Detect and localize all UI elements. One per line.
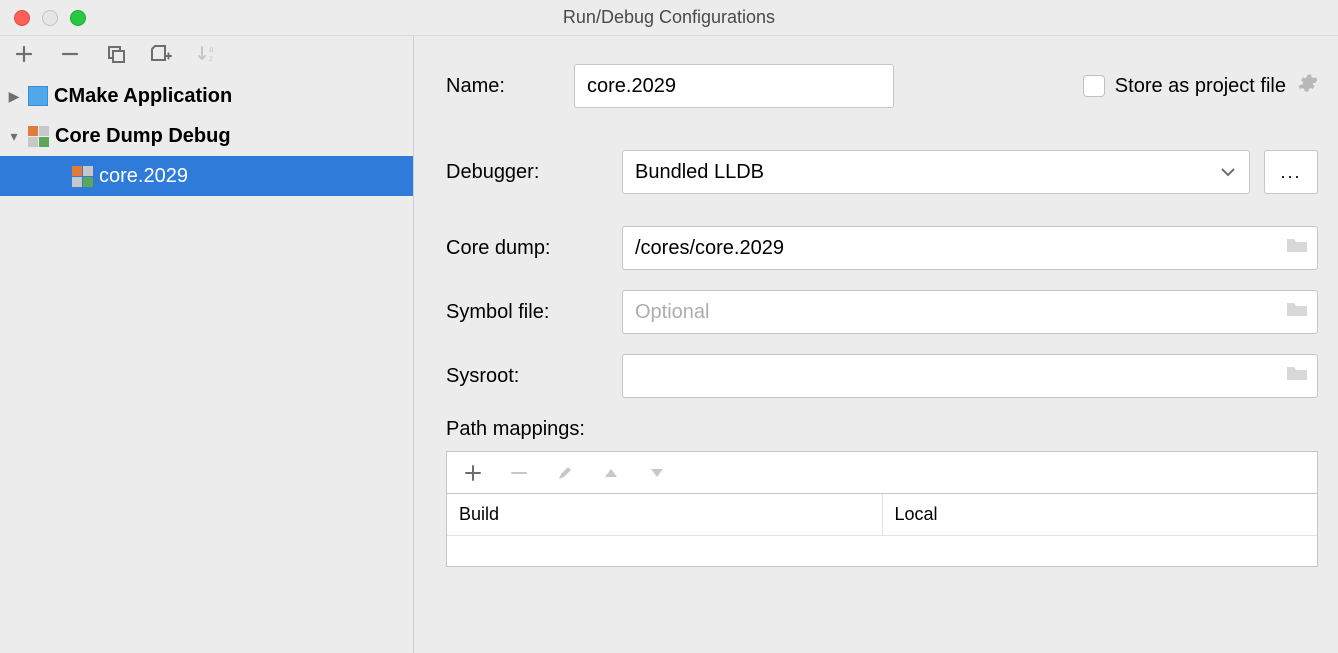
core-dump-input[interactable] bbox=[622, 226, 1318, 270]
debugger-value: Bundled LLDB bbox=[635, 161, 764, 184]
cmake-icon bbox=[28, 86, 48, 106]
chevron-down-icon bbox=[1221, 161, 1235, 184]
chevron-down-icon[interactable]: ▾ bbox=[6, 128, 22, 145]
config-sidebar: az ▶ CMake Application ▾ Core Dump Debug… bbox=[0, 36, 414, 653]
save-template-button[interactable] bbox=[150, 42, 174, 66]
tree-item-core-dump-debug[interactable]: ▾ Core Dump Debug bbox=[0, 116, 413, 156]
pm-edit-button bbox=[553, 461, 577, 485]
gear-icon[interactable] bbox=[1296, 72, 1318, 100]
window-titlebar: Run/Debug Configurations bbox=[0, 0, 1338, 36]
debugger-browse-button[interactable]: ... bbox=[1264, 150, 1318, 194]
copy-config-button[interactable] bbox=[104, 42, 128, 66]
tree-item-label: Core Dump Debug bbox=[55, 125, 231, 148]
add-config-button[interactable] bbox=[12, 42, 36, 66]
config-tree: ▶ CMake Application ▾ Core Dump Debug co… bbox=[0, 72, 413, 653]
pm-add-button[interactable] bbox=[461, 461, 485, 485]
sysroot-input[interactable] bbox=[622, 354, 1318, 398]
folder-icon[interactable] bbox=[1286, 364, 1308, 388]
path-mappings-toolbar bbox=[446, 451, 1318, 493]
path-mappings-label: Path mappings: bbox=[446, 418, 1318, 441]
pm-remove-button bbox=[507, 461, 531, 485]
sidebar-toolbar: az bbox=[0, 36, 413, 72]
window-close-icon[interactable] bbox=[14, 10, 30, 26]
pm-column-local[interactable]: Local bbox=[883, 494, 1318, 536]
sort-button[interactable]: az bbox=[196, 42, 220, 66]
debugger-select[interactable]: Bundled LLDB bbox=[622, 150, 1250, 194]
path-mappings-table: Build Local bbox=[446, 493, 1318, 567]
tree-item-cmake-application[interactable]: ▶ CMake Application bbox=[0, 76, 413, 116]
tree-item-core-2029[interactable]: core.2029 bbox=[0, 156, 413, 196]
folder-icon[interactable] bbox=[1286, 236, 1308, 260]
store-as-project-file-checkbox[interactable] bbox=[1083, 75, 1105, 97]
pm-column-build[interactable]: Build bbox=[447, 494, 883, 536]
core-dump-icon bbox=[28, 126, 49, 147]
pm-down-button bbox=[645, 461, 669, 485]
chevron-right-icon[interactable]: ▶ bbox=[6, 88, 22, 105]
folder-icon[interactable] bbox=[1286, 300, 1308, 324]
window-zoom-icon[interactable] bbox=[70, 10, 86, 26]
remove-config-button[interactable] bbox=[58, 42, 82, 66]
pm-up-button bbox=[599, 461, 623, 485]
window-minimize-icon bbox=[42, 10, 58, 26]
name-label: Name: bbox=[446, 75, 574, 98]
sysroot-label: Sysroot: bbox=[446, 365, 622, 388]
window-title: Run/Debug Configurations bbox=[0, 7, 1338, 28]
core-dump-label: Core dump: bbox=[446, 237, 622, 260]
core-dump-icon bbox=[72, 166, 93, 187]
debugger-label: Debugger: bbox=[446, 161, 622, 184]
store-as-project-file-label: Store as project file bbox=[1115, 75, 1286, 98]
svg-text:z: z bbox=[209, 54, 213, 63]
tree-item-label: CMake Application bbox=[54, 85, 232, 108]
tree-item-label: core.2029 bbox=[99, 165, 188, 188]
symbol-file-label: Symbol file: bbox=[446, 301, 622, 324]
symbol-file-input[interactable] bbox=[622, 290, 1318, 334]
config-form: Name: Store as project file Debugger: Bu… bbox=[414, 36, 1338, 653]
svg-text:a: a bbox=[209, 45, 214, 54]
pm-empty-body bbox=[447, 536, 1317, 566]
name-input[interactable] bbox=[574, 64, 894, 108]
